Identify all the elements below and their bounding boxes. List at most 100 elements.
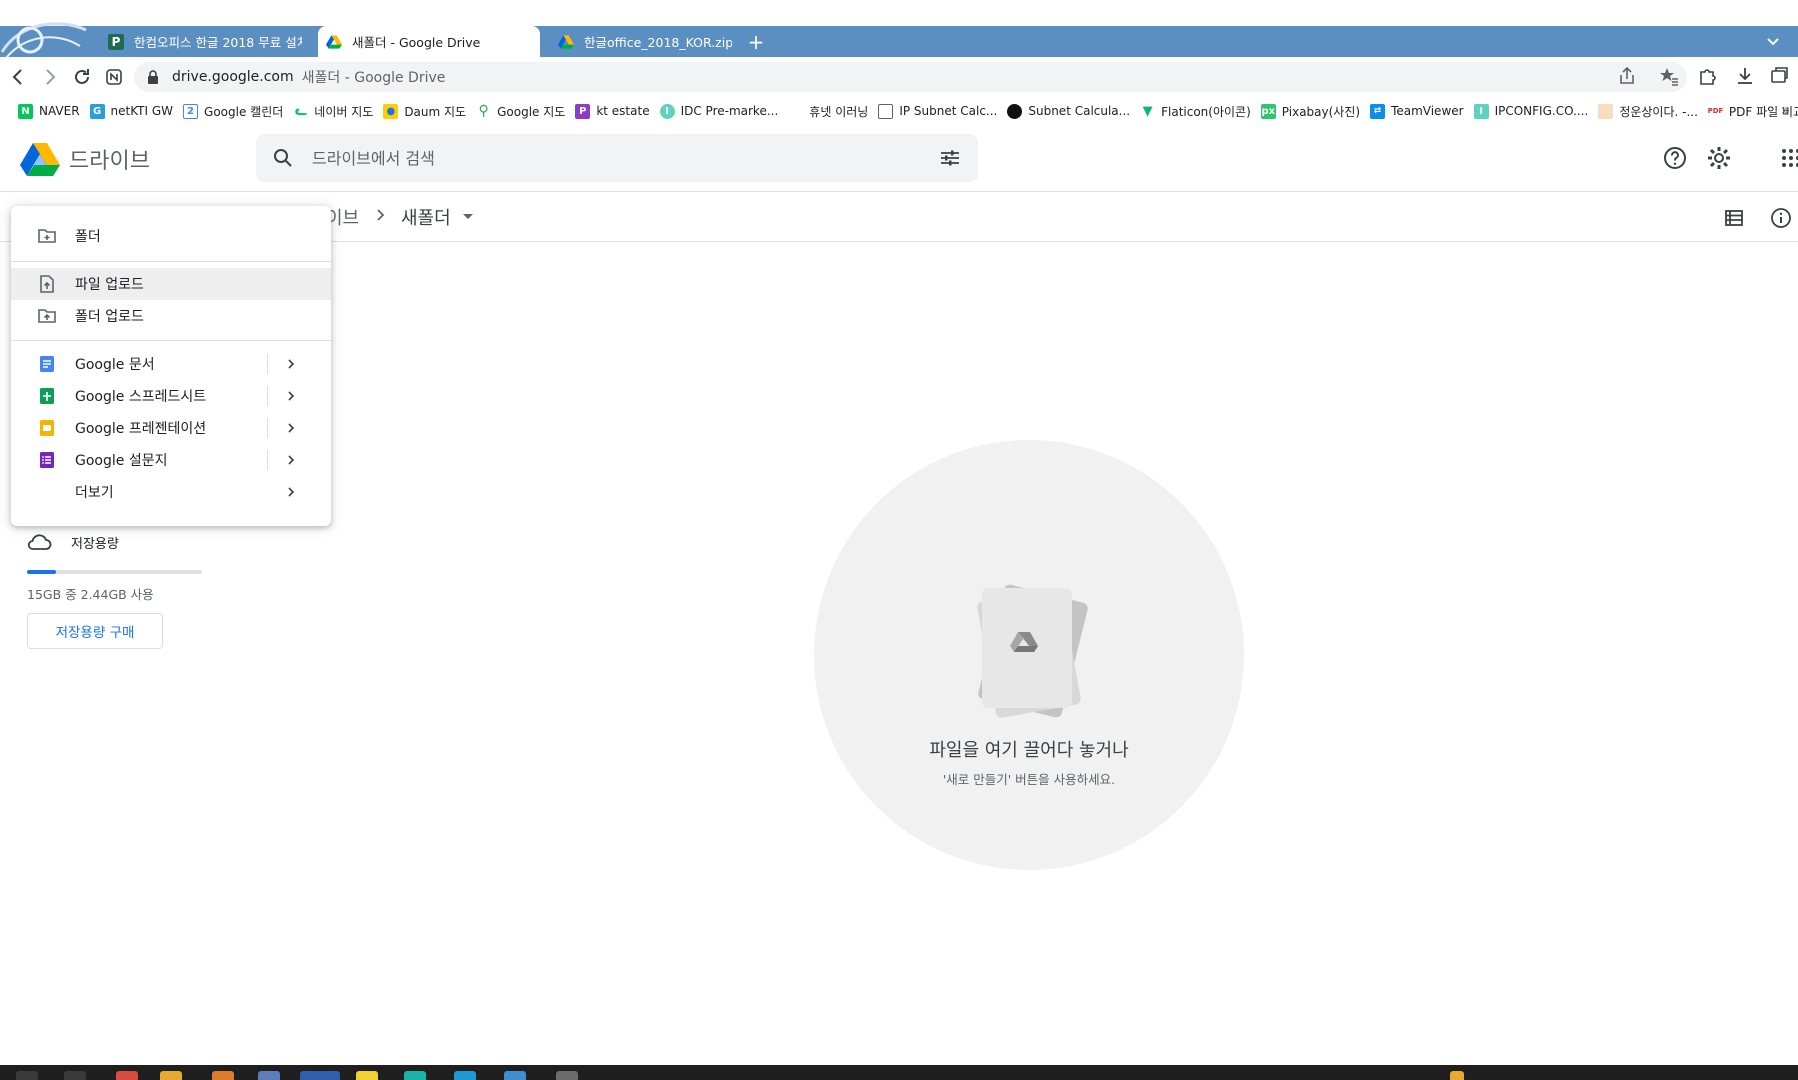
idc-icon: I: [659, 103, 675, 119]
share-icon[interactable]: [1616, 65, 1638, 87]
extensions-puzzle-icon[interactable]: [1696, 65, 1718, 87]
tab-hancom[interactable]: P 한컴오피스 한글 2018 무료 설치: [100, 26, 310, 57]
bookmark-label: netKTI GW: [110, 104, 174, 118]
tab-search-chevron-icon[interactable]: [1762, 30, 1784, 52]
bookmark-label: TeamViewer: [1391, 104, 1464, 118]
menu-label: 폴더 업로드: [75, 309, 144, 325]
naver-n-extension-icon[interactable]: [102, 65, 126, 89]
google-drive-favicon-icon: [326, 34, 342, 49]
tray-icon[interactable]: [1450, 1071, 1464, 1080]
bookmark-idc[interactable]: I IDC Pre-marke...: [659, 103, 778, 119]
app-taskbar-icon[interactable]: [556, 1071, 578, 1080]
bookmark-google-calendar[interactable]: 2 Google 캘린더: [183, 103, 283, 120]
browser-toolbar: drive.google.com 새폴더 - Google Drive: [0, 57, 1798, 97]
details-info-icon[interactable]: [1770, 207, 1792, 229]
active-app-taskbar-icon[interactable]: [300, 1071, 340, 1080]
menu-item-new-folder[interactable]: 폴더: [11, 220, 331, 252]
tab-zip-download[interactable]: 한글office_2018_KOR.zip - Goog: [550, 26, 740, 57]
download-icon[interactable]: [1734, 65, 1756, 87]
menu-item-more[interactable]: 더보기: [11, 476, 331, 508]
empty-state-title: 파일을 여기 끌어다 놓거나: [929, 740, 1129, 761]
new-folder-icon: [38, 229, 56, 243]
buy-storage-button[interactable]: 저장용량 구매: [27, 613, 163, 649]
submenu-chevron-icon[interactable]: [283, 420, 299, 436]
app-taskbar-icon[interactable]: [404, 1071, 426, 1080]
search-input[interactable]: [312, 144, 872, 172]
teamviewer-icon: ⇄: [1370, 103, 1386, 119]
search-bar[interactable]: [256, 134, 978, 182]
os-taskbar: [0, 1065, 1798, 1080]
storage-usage-fill: [27, 570, 56, 574]
menu-item-google-slides[interactable]: Google 프레젠테이션: [11, 412, 331, 444]
bookmark-flaticon[interactable]: ▼ Flaticon(아이콘): [1140, 103, 1251, 120]
submenu-chevron-icon[interactable]: [283, 484, 299, 500]
submenu-chevron-icon[interactable]: [283, 356, 299, 372]
search-taskbar-icon[interactable]: [64, 1071, 86, 1080]
folder-dropdown-caret-icon[interactable]: [462, 213, 474, 221]
app-taskbar-icon[interactable]: [212, 1071, 234, 1080]
search-icon[interactable]: [272, 147, 294, 169]
bookmark-daum-map[interactable]: ● Daum 지도: [383, 103, 466, 120]
ipconfig-icon: I: [1473, 103, 1489, 119]
google-drive-logo-icon[interactable]: [20, 142, 60, 177]
bookmark-ipconfig[interactable]: I IPCONFIG.CO....: [1473, 103, 1589, 119]
bookmark-pixabay[interactable]: px Pixabay(사진): [1260, 103, 1360, 120]
bookmark-ip-subnet[interactable]: IP Subnet Calc...: [878, 103, 997, 119]
reload-icon[interactable]: [70, 65, 94, 89]
product-name[interactable]: 드라이브: [69, 143, 150, 175]
bookmark-label: kt estate: [596, 104, 650, 118]
tab-title: 한컴오피스 한글 2018 무료 설치: [134, 35, 302, 50]
menu-item-google-forms[interactable]: Google 설문지: [11, 444, 331, 476]
new-tab-plus-icon[interactable]: +: [744, 30, 768, 54]
chrome-taskbar-icon[interactable]: [116, 1071, 138, 1080]
calculator-icon: [878, 103, 894, 119]
list-view-icon[interactable]: [1723, 207, 1745, 229]
bookmark-subnet-calculator[interactable]: Subnet Calcula...: [1007, 103, 1130, 119]
tab-google-drive-active[interactable]: 새폴더 - Google Drive: [318, 26, 540, 57]
start-icon[interactable]: [16, 1071, 38, 1080]
daum-map-pin-icon: ●: [383, 103, 399, 119]
back-arrow-icon[interactable]: [6, 65, 30, 89]
app-taskbar-icon[interactable]: [356, 1071, 378, 1080]
breadcrumb-current-folder[interactable]: 새폴더: [401, 204, 451, 230]
bookmark-netkti[interactable]: GnetKTI GW: [89, 103, 174, 119]
menu-label: Google 문서: [75, 357, 155, 373]
app-taskbar-icon[interactable]: [454, 1071, 476, 1080]
bookmark-label: IPCONFIG.CO....: [1494, 104, 1589, 118]
settings-gear-icon[interactable]: [1706, 145, 1732, 171]
menu-item-file-upload[interactable]: 파일 업로드: [11, 268, 331, 300]
bookmark-jeongwoon[interactable]: 정운상이다. -...: [1598, 103, 1698, 120]
help-icon[interactable]: [1662, 145, 1688, 171]
bookmark-naver-map[interactable]: ᓚ 네이버 지도: [293, 103, 373, 120]
submenu-chevron-icon[interactable]: [283, 452, 299, 468]
menu-item-google-docs[interactable]: Google 문서: [11, 348, 331, 380]
menu-label: 파일 업로드: [75, 277, 144, 293]
address-bar[interactable]: drive.google.com 새폴더 - Google Drive: [134, 62, 1687, 92]
bookmark-kt-estate[interactable]: Pkt estate: [575, 103, 650, 119]
naver-icon: N: [18, 103, 33, 119]
google-slides-icon: [40, 420, 54, 436]
storage-label[interactable]: 저장용량: [71, 533, 119, 552]
bookmark-naver[interactable]: N NAVER: [18, 103, 80, 119]
bookmark-hunet[interactable]: 휴넷 이러닝: [788, 103, 868, 120]
bookmark-label: Daum 지도: [404, 104, 467, 119]
bookmark-google-maps[interactable]: ⚲ Google 지도: [476, 103, 565, 120]
bookmark-teamviewer[interactable]: ⇄ TeamViewer: [1370, 103, 1464, 119]
menu-item-folder-upload[interactable]: 폴더 업로드: [11, 300, 331, 332]
blog-icon: [1598, 103, 1614, 119]
file-explorer-taskbar-icon[interactable]: [160, 1071, 182, 1080]
menu-label: 폴더: [75, 229, 101, 245]
app-taskbar-icon[interactable]: [504, 1071, 526, 1080]
google-forms-icon: [40, 452, 54, 468]
window-restore-icon[interactable]: [1768, 65, 1790, 87]
search-options-sliders-icon[interactable]: [938, 146, 962, 170]
hunet-icon: [788, 103, 804, 119]
apps-grid-icon[interactable]: [1780, 145, 1798, 171]
app-taskbar-icon[interactable]: [258, 1071, 280, 1080]
bookmarks-overflow-chevron-icon[interactable]: »: [1781, 101, 1790, 119]
menu-item-google-sheets[interactable]: Google 스프레드시트: [11, 380, 331, 412]
empty-state-subtitle: '새로 만들기' 버튼을 사용하세요.: [942, 772, 1116, 787]
forward-arrow-icon[interactable]: [38, 65, 62, 89]
submenu-chevron-icon[interactable]: [283, 388, 299, 404]
bookmark-star-icon[interactable]: [1658, 65, 1680, 87]
